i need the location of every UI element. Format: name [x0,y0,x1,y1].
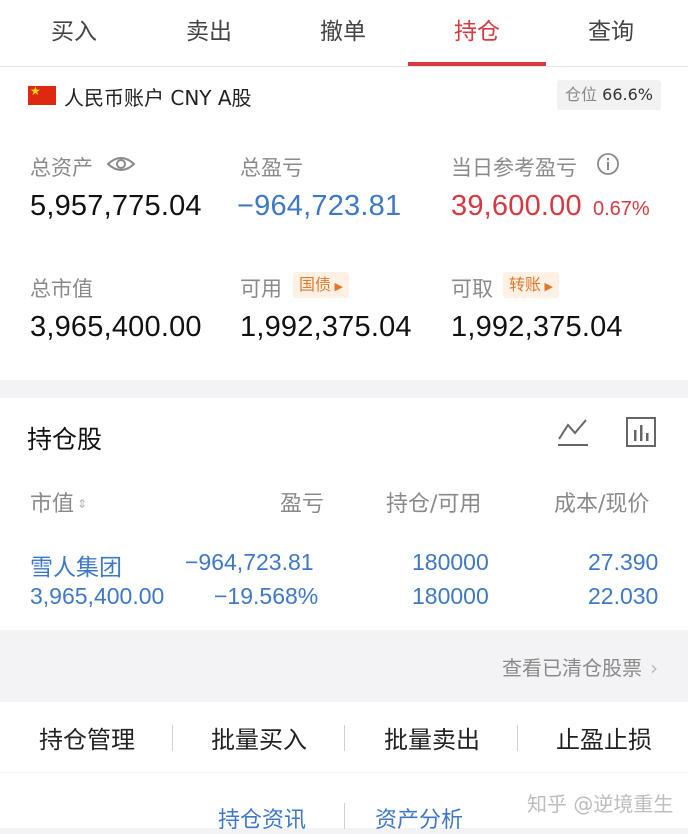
divider [517,725,518,751]
position-ratio-badge: 仓位 66.6% [557,80,661,110]
today-pnl-value: 39,600.00 [451,190,582,222]
caret-right-icon: ▶ [331,280,343,293]
total-assets-label: 总资产 [30,156,93,180]
transfer-label: 转账 [509,275,542,294]
info-icon[interactable] [596,152,620,176]
total-pnl-value: −964,723.81 [237,190,402,222]
line-chart-icon[interactable] [556,417,590,447]
stock-cost: 27.390 [588,549,659,575]
tab-bar: 买入 卖出 撤单 持仓 查询 [0,0,688,67]
chevron-right-icon: › [650,656,658,680]
stock-available: 180000 [412,583,489,609]
tab-positions[interactable]: 持仓 [417,0,537,66]
treasury-bond-button[interactable]: 国债 ▶ [293,272,349,298]
tab-sell[interactable]: 卖出 [149,0,269,66]
batch-sell-button[interactable]: 批量卖出 [357,720,507,755]
stock-pnl-percent: −19.568% [214,583,319,609]
today-pnl-label: 当日参考盈亏 [451,156,577,180]
treasury-bond-label: 国债 [299,275,332,294]
tab-buy[interactable]: 买入 [14,0,134,66]
cleared-stocks-link[interactable]: 查看已清仓股票 › [502,652,658,681]
cleared-stocks-label: 查看已清仓股票 [502,656,642,680]
sort-icon: ⇕ [77,497,88,511]
stock-pnl: −964,723.81 [185,549,314,575]
batch-buy-button[interactable]: 批量买入 [184,720,334,755]
today-pnl-percent: 0.67% [593,198,650,220]
market-value-value: 3,965,400.00 [30,311,202,343]
divider [344,725,345,751]
available-value: 1,992,375.04 [240,311,412,343]
withdrawable-label: 可取 [451,277,493,301]
eye-icon[interactable] [106,154,136,174]
position-ratio-label: 仓位 [565,85,598,104]
tab-query[interactable]: 查询 [551,0,671,66]
account-label: 人民币账户 CNY A股 [64,86,252,110]
header-position: 持仓/可用 [386,492,482,517]
total-assets-value: 5,957,775.04 [30,190,202,222]
bar-chart-icon[interactable] [625,416,657,448]
watermark: 知乎 @逆境重生 [527,792,674,816]
take-profit-stop-loss-button[interactable]: 止盈止损 [529,720,679,755]
market-value-label: 总市值 [30,277,93,301]
manage-positions-button[interactable]: 持仓管理 [12,720,162,755]
asset-analysis-link[interactable]: 资产分析 [375,802,463,834]
stock-market-value: 3,965,400.00 [30,583,165,609]
tab-cancel[interactable]: 撤单 [283,0,403,66]
active-tab-indicator [408,62,546,66]
header-market-value-label: 市值 [30,492,75,517]
divider [172,725,173,751]
divider [344,803,345,829]
total-pnl-label: 总盈亏 [240,156,303,180]
stock-name: 雪人集团 [30,555,122,581]
header-pnl: 盈亏 [280,492,325,517]
header-cost-price: 成本/现价 [554,492,650,517]
position-ratio-value: 66.6% [602,85,653,104]
header-market-value[interactable]: 市值 ⇕ [30,486,87,518]
position-news-link[interactable]: 持仓资讯 [218,802,306,834]
withdrawable-value: 1,992,375.04 [451,311,623,343]
stock-price: 22.030 [588,583,659,609]
stock-position: 180000 [412,549,489,575]
transfer-button[interactable]: 转账 ▶ [503,272,559,298]
china-flag-icon: ★ [28,84,56,105]
available-label: 可用 [240,277,282,301]
holdings-title: 持仓股 [27,425,103,454]
caret-right-icon: ▶ [541,280,553,293]
